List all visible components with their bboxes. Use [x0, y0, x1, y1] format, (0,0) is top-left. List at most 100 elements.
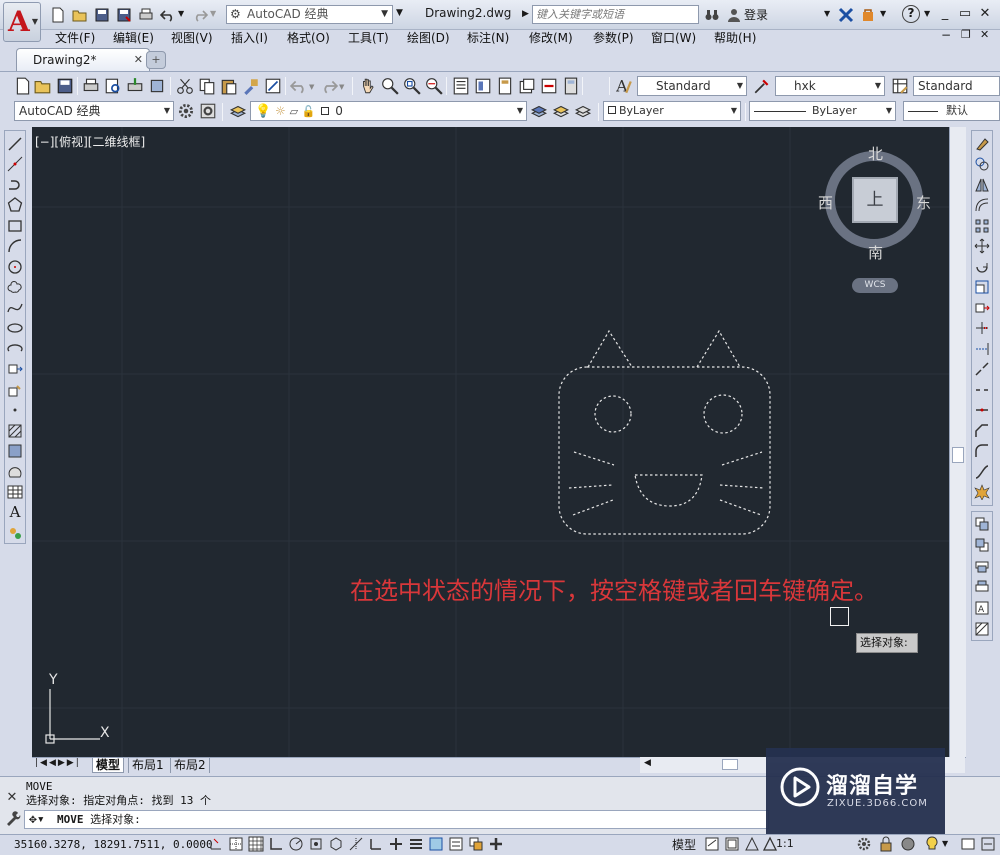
infer-constraints-icon[interactable] [208, 836, 224, 852]
menu-help[interactable]: 帮助(H) [714, 29, 756, 46]
cat-whisker[interactable] [719, 499, 762, 516]
line-icon[interactable] [7, 136, 23, 152]
compass-east-label[interactable]: 东 [916, 192, 931, 213]
menu-draw[interactable]: 绘图(D) [407, 29, 450, 46]
rotate-icon[interactable] [974, 259, 990, 275]
help-icon[interactable]: ? [902, 5, 920, 23]
text-style-icon[interactable]: A [615, 77, 633, 95]
scroll-left-arrow[interactable]: ◀ [644, 758, 651, 768]
command-line-input[interactable]: ✥▾ MOVE 选择对象: [24, 810, 769, 829]
table-style-icon[interactable] [891, 77, 909, 95]
compass-south-label[interactable]: 南 [868, 242, 883, 263]
undo-icon[interactable] [160, 7, 176, 23]
maximize-button[interactable]: ▭ [956, 5, 974, 23]
wrench-icon[interactable] [5, 810, 21, 826]
menu-parametric[interactable]: 参数(P) [593, 29, 634, 46]
bring-to-front-icon[interactable] [974, 516, 990, 532]
login-dropdown-icon[interactable]: ▼ [824, 9, 830, 18]
3d-object-snap-icon[interactable] [328, 836, 344, 852]
grid-display-icon[interactable] [248, 836, 264, 852]
workspace-customize-icon[interactable] [199, 102, 217, 120]
cat-whisker[interactable] [573, 451, 615, 466]
plot-preview-icon[interactable] [104, 77, 122, 95]
offset-icon[interactable] [974, 197, 990, 213]
redo-dropdown-icon[interactable]: ▼ [339, 83, 344, 91]
annotation-scale-value[interactable]: 1:1 [776, 837, 794, 850]
match-properties-icon[interactable] [242, 77, 260, 95]
save-icon[interactable] [56, 77, 74, 95]
markup-set-icon[interactable] [540, 77, 558, 95]
layer-select[interactable]: 💡 ☼ ▱ 🔓 0 ▼ [250, 101, 527, 121]
tab-layout1[interactable]: 布局1 [128, 758, 167, 773]
document-tab[interactable]: Drawing2* ✕ [16, 48, 150, 71]
properties-icon[interactable] [452, 77, 470, 95]
region-icon[interactable] [7, 464, 23, 480]
application-menu-button[interactable]: A ▼ [3, 2, 41, 42]
publish-icon[interactable] [126, 77, 144, 95]
redo-icon[interactable] [320, 77, 338, 95]
ortho-mode-icon[interactable] [268, 836, 284, 852]
quick-view-drawings-icon[interactable] [724, 836, 740, 852]
lineweight-select[interactable]: 默认 [903, 101, 1000, 121]
quick-view-layouts-icon[interactable] [704, 836, 720, 852]
viewcube-face[interactable]: 上 [852, 177, 898, 223]
compass-north-label[interactable]: 北 [868, 143, 883, 164]
arc-icon[interactable] [7, 238, 23, 254]
save-as-icon[interactable] [116, 7, 132, 23]
annotation-monitor-icon[interactable] [488, 836, 504, 852]
isolate-objects-icon[interactable] [924, 836, 940, 852]
plot-icon[interactable] [82, 77, 100, 95]
calculator-icon[interactable] [562, 77, 580, 95]
color-select[interactable]: ByLayer ▼ [603, 101, 741, 121]
doc-close-button[interactable]: ✕ [980, 28, 989, 41]
menu-modify[interactable]: 修改(M) [529, 29, 573, 46]
spline-icon[interactable] [7, 300, 23, 316]
workspace-select[interactable]: ⚙ AutoCAD 经典 ▼ [226, 5, 393, 24]
polar-tracking-icon[interactable] [288, 836, 304, 852]
paste-icon[interactable] [220, 77, 238, 95]
menu-edit[interactable]: 编辑(E) [113, 29, 154, 46]
quick-properties-icon[interactable] [448, 836, 464, 852]
explode-icon[interactable] [974, 484, 990, 500]
login-button[interactable]: 登录 [744, 6, 768, 23]
cut-icon[interactable] [176, 77, 194, 95]
fillet-icon[interactable] [974, 443, 990, 459]
redo-icon[interactable] [192, 7, 208, 23]
workspace-switching-gear-icon[interactable] [856, 836, 872, 852]
table-style-select[interactable]: Standard [913, 76, 1000, 96]
user-icon[interactable] [726, 7, 742, 23]
cat-whisker[interactable] [719, 484, 765, 489]
clean-screen-icon[interactable] [980, 836, 996, 852]
layer-properties-icon[interactable] [229, 102, 247, 120]
menu-window[interactable]: 窗口(W) [651, 29, 696, 46]
search-expand-icon[interactable]: ▶ [522, 9, 529, 19]
copy-object-icon[interactable] [974, 156, 990, 172]
make-current-layer-icon[interactable] [530, 102, 548, 120]
layer-previous-icon[interactable] [552, 102, 570, 120]
selected-cat-drawing[interactable] [552, 322, 778, 542]
drawing-canvas[interactable]: [−][俯视][二维线框] 上 北 南 西 东 WCS 在选中状态的情况下，按空… [32, 127, 949, 757]
send-to-back-icon[interactable] [974, 537, 990, 553]
model-space-button[interactable]: 模型 [672, 836, 696, 853]
multiline-text-icon[interactable]: A [7, 503, 23, 521]
hatch-to-back-icon[interactable] [974, 621, 990, 637]
snap-mode-icon[interactable] [228, 836, 244, 852]
design-center-icon[interactable] [474, 77, 492, 95]
move-icon[interactable] [974, 238, 990, 254]
cat-left-ear[interactable] [587, 329, 633, 368]
table-icon[interactable] [7, 484, 23, 500]
cat-right-ear[interactable] [696, 329, 741, 368]
chamfer-icon[interactable] [974, 423, 990, 439]
lineweight-toggle-icon[interactable] [408, 836, 424, 852]
transparency-icon[interactable] [428, 836, 444, 852]
bring-above-icon[interactable] [974, 558, 990, 574]
send-under-icon[interactable] [974, 579, 990, 595]
text-to-front-icon[interactable]: A [974, 600, 990, 616]
autodesk-dropdown-icon[interactable]: ▼ [880, 9, 886, 18]
lock-ui-icon[interactable] [878, 836, 894, 852]
undo-dropdown-icon[interactable]: ▼ [178, 9, 184, 18]
blend-curves-icon[interactable] [974, 464, 990, 480]
3d-print-icon[interactable] [148, 77, 166, 95]
zoom-realtime-icon[interactable] [381, 77, 399, 95]
scale-icon[interactable] [974, 279, 990, 295]
